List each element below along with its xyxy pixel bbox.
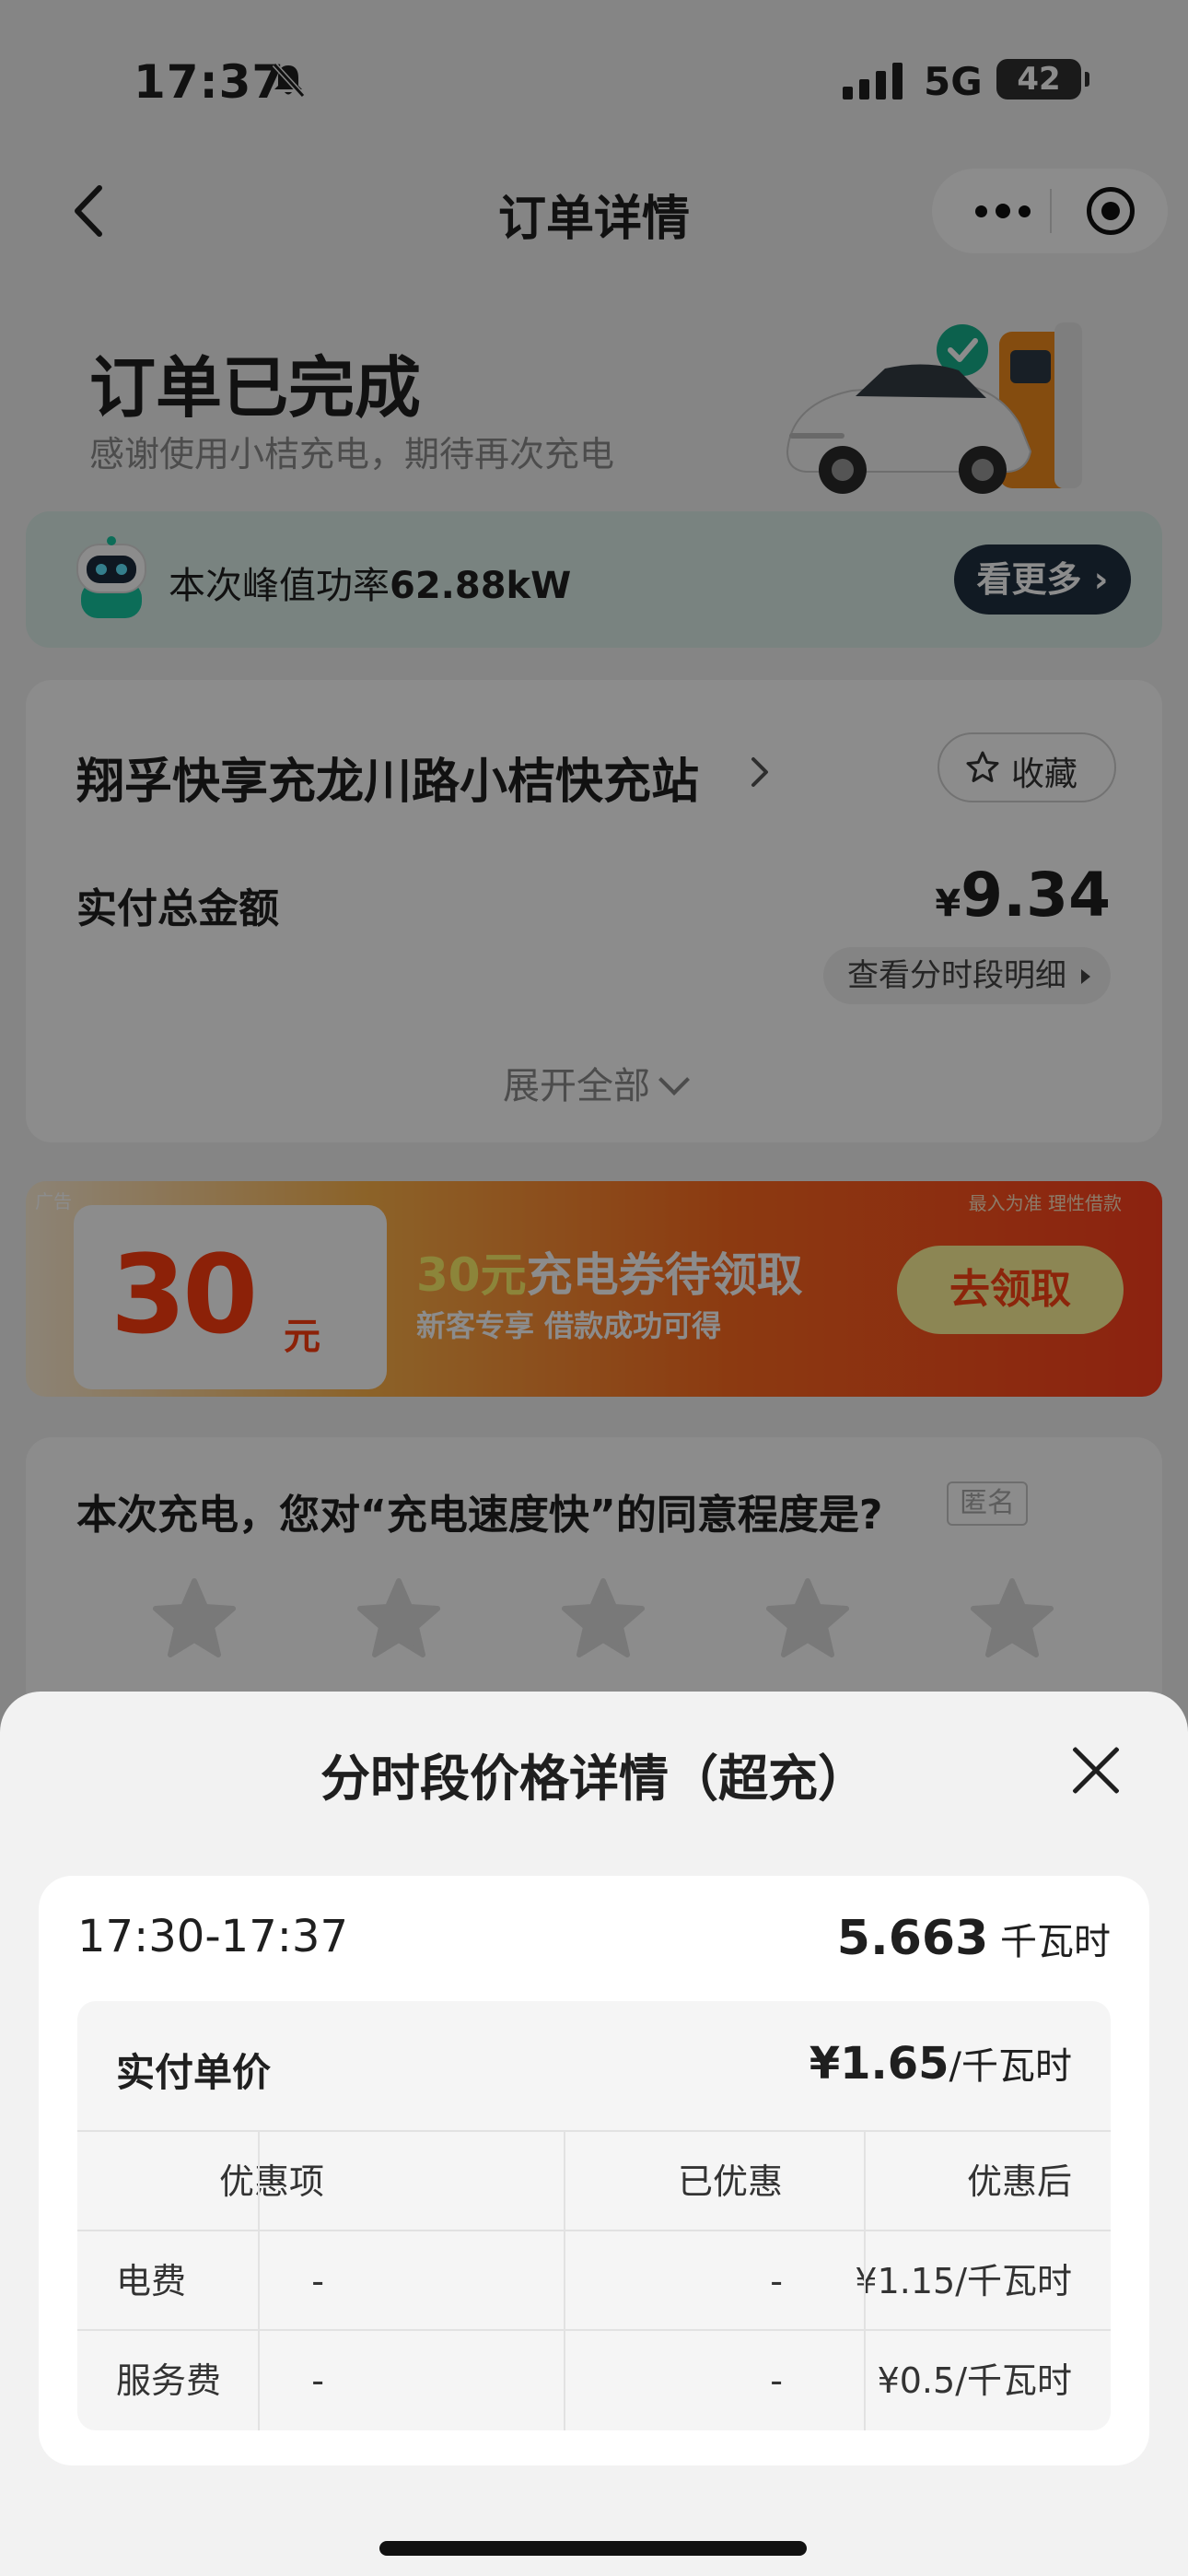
slot-energy-value: 5.663 <box>836 1911 989 1966</box>
slot-energy-unit: 千瓦时 <box>1000 1921 1111 1963</box>
table-cell: ¥0.5/千瓦时 <box>877 2360 1072 2401</box>
slot-time-range: 17:30-17:37 <box>77 1911 348 1962</box>
table-cell: - <box>311 2360 324 2401</box>
table-row: 服务费 - - ¥0.5/千瓦时 <box>77 2331 1111 2430</box>
table-cell: - <box>311 2261 324 2301</box>
close-icon[interactable] <box>1070 1745 1122 1797</box>
column-header: 已优惠 <box>677 2161 783 2202</box>
table-cell: ¥1.15/千瓦时 <box>855 2261 1072 2301</box>
table-cell: 电费 <box>116 2261 187 2301</box>
column-header: 优惠项 <box>218 2161 324 2202</box>
slot-energy: 5.663 千瓦时 <box>837 1911 1111 1966</box>
unit-price: ¥1.65/千瓦时 <box>809 2036 1072 2090</box>
column-divider <box>864 2132 866 2430</box>
table-cell: 服务费 <box>116 2360 222 2401</box>
column-divider <box>258 2132 260 2430</box>
order-detail-page: 17:37 5G 42 订单详情 订单已完成 感谢使用小桔充电，期待再次充电 本… <box>0 0 1188 2576</box>
unit-price-row: 实付单价 ¥1.65/千瓦时 <box>77 2001 1111 2132</box>
table-header-row: 优惠项 已优惠 优惠后 <box>77 2132 1111 2231</box>
table-cell: - <box>770 2360 783 2401</box>
time-slot-card: 17:30-17:37 5.663 千瓦时 实付单价 ¥1.65/千瓦时 优惠项… <box>39 1876 1149 2465</box>
column-header: 优惠后 <box>966 2161 1072 2202</box>
unit-price-label: 实付单价 <box>116 2050 272 2095</box>
price-detail-sheet: 分时段价格详情（超充） 17:30-17:37 5.663 千瓦时 实付单价 ¥… <box>0 1692 1188 2576</box>
table-cell: - <box>770 2261 783 2301</box>
sheet-title: 分时段价格详情（超充） <box>320 1750 868 1808</box>
unit-price-suffix: /千瓦时 <box>949 2045 1072 2088</box>
home-indicator[interactable] <box>379 2541 807 2556</box>
price-table: 实付单价 ¥1.65/千瓦时 优惠项 已优惠 优惠后 电费 - - ¥1.15/… <box>77 2001 1111 2430</box>
column-divider <box>564 2132 565 2430</box>
unit-price-value: ¥1.65 <box>809 2038 949 2090</box>
table-row: 电费 - - ¥1.15/千瓦时 <box>77 2231 1111 2331</box>
